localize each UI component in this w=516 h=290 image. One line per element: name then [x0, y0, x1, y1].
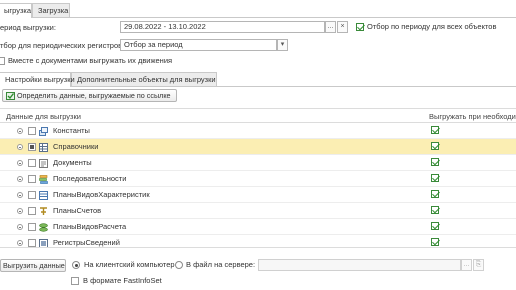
server-path-open-button[interactable]: ⎘ — [473, 259, 484, 271]
table-row[interactable]: Константы — [0, 123, 516, 139]
export-data-button[interactable]: Выгрузить данные — [0, 259, 66, 272]
tab-extra-objects-label: Дополнительные объекты для выгрузки — [77, 75, 216, 84]
row-checkbox[interactable] — [28, 207, 36, 215]
charts-of-characteristic-types-icon — [39, 191, 48, 200]
table-row[interactable]: ПланыВидовРасчета — [0, 219, 516, 235]
expand-icon[interactable] — [17, 144, 23, 150]
tab-import-label: Загрузка — [38, 6, 69, 15]
export-checkbox[interactable] — [431, 174, 439, 182]
catalogs-icon — [39, 143, 48, 152]
period-label: ериод выгрузки: — [0, 23, 56, 32]
tab-import[interactable]: Загрузка — [32, 3, 70, 17]
row-checkbox[interactable] — [28, 239, 36, 247]
tab-export-settings-label: Настройки выгрузки — [5, 75, 75, 84]
table-row[interactable]: ПланыСчетов — [0, 203, 516, 219]
period-field[interactable]: 29.08.2022 - 13.10.2022 — [120, 21, 325, 33]
charts-of-calculation-types-icon — [39, 223, 48, 232]
row-label: ПланыВидовРасчета — [53, 222, 127, 231]
row-checkbox[interactable] — [28, 159, 36, 167]
tab-export[interactable]: ыгрузка — [0, 3, 32, 18]
row-label: Последовательности — [53, 174, 127, 183]
constants-icon — [39, 127, 48, 136]
expand-icon[interactable] — [17, 128, 23, 134]
export-checkbox[interactable] — [431, 142, 439, 150]
row-checkbox[interactable] — [28, 127, 36, 135]
row-label: ПланыВидовХарактеристик — [53, 190, 150, 199]
all-objects-label: Отбор по периоду для всех объектов — [367, 22, 497, 31]
export-checkbox[interactable] — [431, 222, 439, 230]
documents-icon — [39, 159, 48, 168]
export-checkbox[interactable] — [431, 158, 439, 166]
server-path-input[interactable] — [258, 259, 461, 271]
table-row[interactable]: РегистрыСведений — [0, 235, 516, 248]
fastinfoset-checkbox[interactable] — [71, 277, 79, 285]
radio-client[interactable] — [72, 261, 80, 269]
table-bottom-border — [0, 247, 516, 248]
tab-strip-divider — [0, 17, 516, 18]
expand-icon[interactable] — [17, 160, 23, 166]
column-header-data: Данные для выгрузки — [6, 112, 81, 121]
table-top-border — [0, 108, 516, 109]
expand-icon[interactable] — [17, 176, 23, 182]
clear-icon: × — [340, 23, 345, 30]
tab-extra-objects[interactable]: Дополнительные объекты для выгрузки — [71, 72, 217, 86]
radio-client-label: На клиентский компьютер — [84, 260, 175, 269]
inner-tab-divider — [0, 86, 516, 87]
sequences-icon — [39, 175, 48, 184]
expand-icon[interactable] — [17, 208, 23, 214]
tab-export-settings[interactable]: Настройки выгрузки — [0, 72, 75, 87]
open-icon: ⎘ — [475, 261, 482, 268]
server-path-select-button[interactable]: ... — [461, 259, 472, 271]
define-data-icon — [6, 92, 15, 100]
docs-movements-checkbox[interactable] — [0, 57, 5, 65]
period-value: 29.08.2022 - 13.10.2022 — [124, 22, 206, 31]
row-checkbox[interactable] — [28, 175, 36, 183]
all-objects-checkbox[interactable] — [356, 23, 364, 31]
row-checkbox[interactable] — [28, 191, 36, 199]
define-data-button[interactable]: Определить данные, выгружаемые по ссылке — [2, 89, 177, 102]
row-checkbox-partial[interactable] — [28, 143, 36, 151]
tab-export-label: ыгрузка — [4, 6, 32, 15]
charts-of-accounts-icon — [40, 207, 47, 215]
row-checkbox[interactable] — [28, 223, 36, 231]
ellipsis-icon: ... — [327, 23, 334, 30]
periodic-registers-value: Отбор за период — [124, 40, 183, 49]
expand-icon[interactable] — [17, 240, 23, 246]
radio-server[interactable] — [175, 261, 183, 269]
export-checkbox[interactable] — [431, 190, 439, 198]
periodic-registers-label: тбор для периодических регистров: — [0, 41, 125, 50]
row-label: Константы — [53, 126, 90, 135]
table-row[interactable]: Документы — [0, 155, 516, 171]
expand-icon[interactable] — [17, 192, 23, 198]
docs-movements-label: Вместе с документами выгружать их движен… — [8, 56, 173, 65]
row-label: Справочники — [53, 142, 99, 151]
column-header-export: Выгружать при необходим — [429, 112, 516, 121]
fastinfoset-label: В формате FastInfoSet — [83, 276, 162, 285]
expand-icon[interactable] — [17, 224, 23, 230]
define-data-label: Определить данные, выгружаемые по ссылке — [17, 91, 171, 100]
period-clear-button[interactable]: × — [337, 21, 348, 33]
radio-server-label: В файл на сервере: — [186, 260, 256, 269]
row-label: Документы — [53, 158, 92, 167]
ellipsis-icon: ... — [463, 261, 470, 268]
export-data-label: Выгрузить данные — [3, 261, 65, 270]
table-row[interactable]: ПланыВидовХарактеристик — [0, 187, 516, 203]
export-checkbox[interactable] — [431, 126, 439, 134]
chevron-down-icon: ▾ — [280, 41, 285, 48]
periodic-registers-field[interactable]: Отбор за период — [120, 39, 277, 51]
export-checkbox[interactable] — [431, 206, 439, 214]
row-label: ПланыСчетов — [53, 206, 102, 215]
export-checkbox[interactable] — [431, 238, 439, 246]
periodic-registers-dropdown[interactable]: ▾ — [277, 39, 288, 51]
table-row-selected[interactable]: Справочники — [0, 139, 516, 155]
period-select-button[interactable]: ... — [325, 21, 336, 33]
table-row[interactable]: Последовательности — [0, 171, 516, 187]
